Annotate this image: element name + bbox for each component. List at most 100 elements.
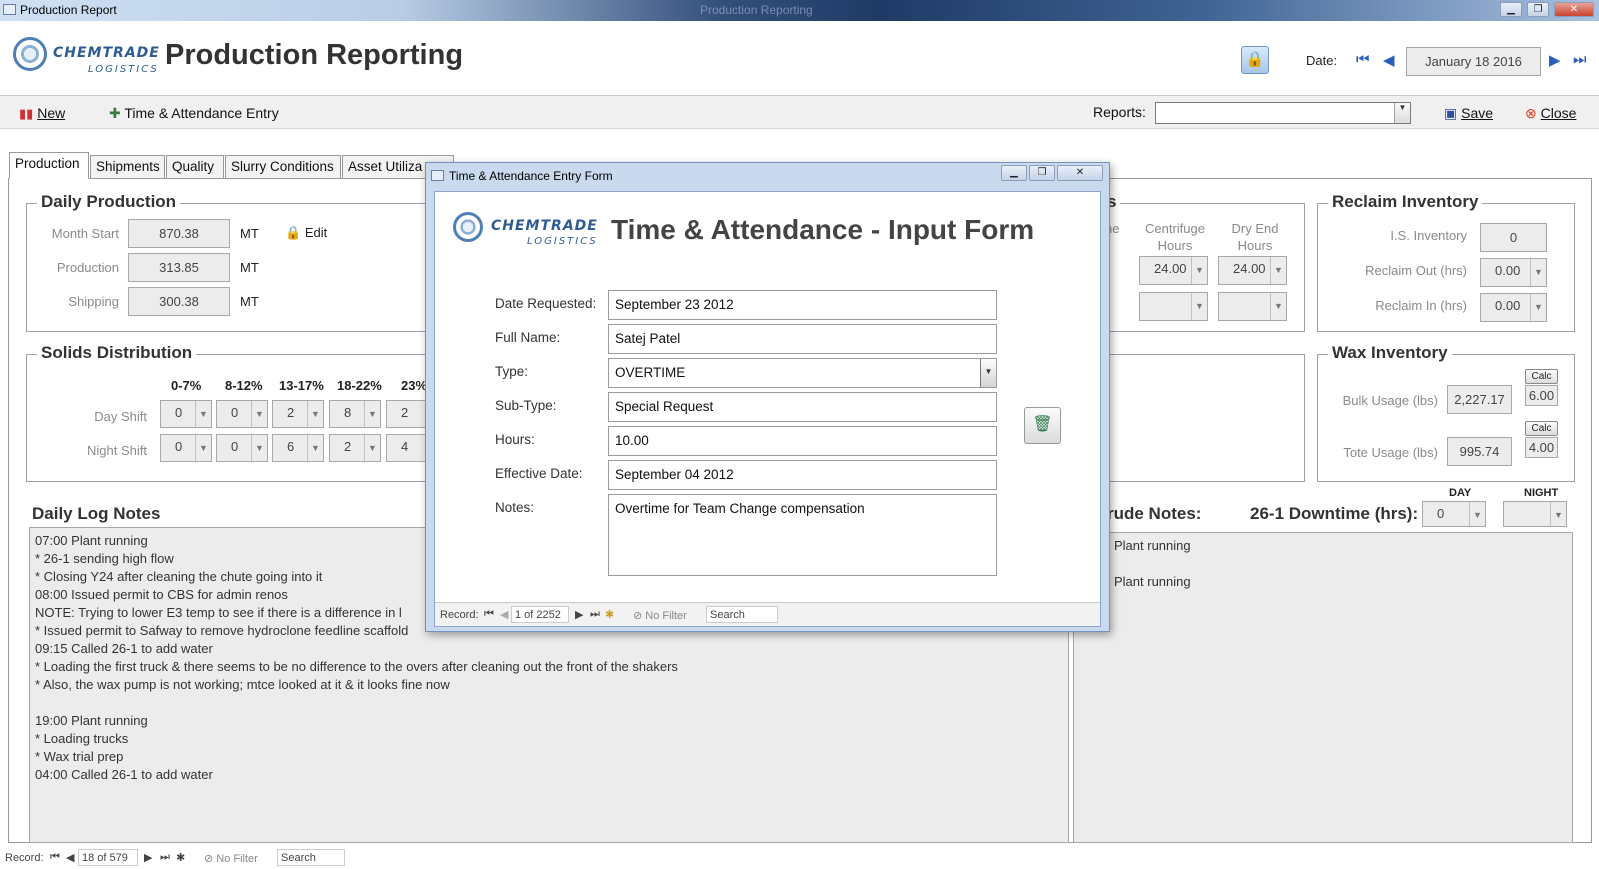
search-input[interactable]: Search — [277, 849, 345, 866]
night-shift-combo[interactable]: 2 ▼ — [329, 434, 381, 462]
chevron-down-icon[interactable]: ▼ — [364, 435, 380, 461]
delete-button[interactable]: 🗑 — [1024, 407, 1061, 444]
new-record-icon[interactable]: ✱ — [605, 608, 614, 621]
crude-notes[interactable]: Plant running Plant running — [1073, 532, 1573, 843]
chevron-down-icon[interactable]: ▼ — [1191, 293, 1207, 320]
night-downtime-combo[interactable]: ▼ — [1503, 501, 1567, 527]
time-attendance-button[interactable]: ✚ Time & Attendance Entry — [109, 105, 279, 122]
search-input[interactable]: Search — [706, 606, 778, 623]
next-date-icon[interactable]: ▶ — [1549, 51, 1561, 69]
lock-button[interactable]: 🔒 — [1241, 46, 1269, 74]
time-attendance-label: Time & Attendance Entry — [124, 105, 279, 121]
bulk-usage-extra[interactable]: 6.00 — [1525, 385, 1558, 406]
chevron-down-icon[interactable]: ▼ — [251, 435, 267, 461]
tote-usage-field[interactable]: 995.74 — [1447, 437, 1512, 466]
chevron-down-icon[interactable]: ▼ — [195, 401, 211, 427]
chevron-down-icon[interactable]: ▼ — [1394, 103, 1410, 123]
day-shift-combo[interactable]: 0 ▼ — [216, 400, 268, 428]
is-inventory-field[interactable]: 0 — [1480, 223, 1547, 252]
tab-shipments[interactable]: Shipments — [90, 155, 165, 178]
chevron-down-icon[interactable]: ▼ — [307, 401, 323, 427]
date-field[interactable]: January 18 2016 — [1406, 47, 1541, 76]
tab-production[interactable]: Production — [9, 152, 89, 179]
month-start-label: Month Start — [51, 226, 119, 241]
close-button[interactable]: ⊗ Close — [1525, 105, 1576, 122]
first-record-icon[interactable]: ⏮ — [50, 851, 60, 864]
next-record-icon[interactable]: ▶ — [144, 851, 152, 864]
prev-record-icon[interactable]: ◀ — [66, 851, 74, 864]
chevron-down-icon[interactable]: ▼ — [1191, 257, 1207, 284]
effective-date-field[interactable]: September 04 2012 — [608, 460, 997, 490]
chevron-down-icon[interactable]: ▼ — [1530, 294, 1546, 321]
edit-button[interactable]: 🔒 Edit — [285, 225, 327, 241]
centrifuge-hours-combo[interactable]: 24.00 ▼ — [1139, 256, 1208, 285]
type-select[interactable]: OVERTIME ▼ — [608, 358, 997, 388]
chevron-down-icon[interactable]: ▼ — [1270, 293, 1286, 320]
chevron-down-icon[interactable]: ▼ — [364, 401, 380, 427]
day-shift-combo[interactable]: 2 ▼ — [272, 400, 324, 428]
first-record-icon[interactable]: ⏮ — [484, 608, 494, 621]
new-button[interactable]: ▮▮ New — [19, 105, 65, 122]
next-record-icon[interactable]: ▶ — [575, 608, 583, 621]
modal-body: CHEMTRADE LOGISTICS Time & Attendance - … — [434, 191, 1101, 627]
tab-slurry-conditions[interactable]: Slurry Conditions — [225, 155, 341, 178]
date-requested-field[interactable]: September 23 2012 — [608, 290, 997, 320]
prev-date-icon[interactable]: ◀ — [1383, 51, 1395, 69]
day-shift-combo[interactable]: 0 ▼ — [160, 400, 212, 428]
night-shift-combo[interactable]: 0 ▼ — [160, 434, 212, 462]
last-record-icon[interactable]: ⏭ — [590, 608, 600, 621]
minimize-button[interactable]: ▁ — [1500, 2, 1522, 17]
downtime-label: 26-1 Downtime (hrs): — [1250, 504, 1419, 523]
tote-usage-extra[interactable]: 4.00 — [1525, 437, 1558, 458]
new-record-icon[interactable]: ✱ — [176, 851, 185, 864]
chevron-down-icon[interactable]: ▼ — [251, 401, 267, 427]
filter-button[interactable]: ⊘ No Filter — [204, 852, 258, 865]
first-date-icon[interactable]: ⏮ — [1356, 51, 1370, 68]
chevron-down-icon[interactable]: ▼ — [980, 359, 996, 387]
filter-button[interactable]: ⊘ No Filter — [633, 609, 687, 622]
reclaim-out-value: 0.00 — [1495, 263, 1521, 278]
centrifuge-hours-combo-2[interactable]: ▼ — [1139, 292, 1208, 321]
form-icon — [431, 170, 444, 181]
dry-end-hours-combo[interactable]: 24.00 ▼ — [1218, 256, 1287, 285]
last-record-icon[interactable]: ⏭ — [160, 851, 170, 864]
chevron-down-icon[interactable]: ▼ — [1550, 502, 1566, 526]
last-date-icon[interactable]: ⏭ — [1573, 51, 1587, 68]
reclaim-in-label: Reclaim In (hrs) — [1375, 298, 1467, 313]
calc-button[interactable]: Calc — [1525, 369, 1558, 384]
record-position[interactable]: 1 of 2252 — [511, 606, 569, 623]
modal-restore-button[interactable]: ❐ — [1029, 165, 1055, 181]
hours-field[interactable]: 10.00 — [608, 426, 997, 456]
save-button[interactable]: ▣ Save — [1444, 105, 1493, 122]
chevron-down-icon[interactable]: ▼ — [307, 435, 323, 461]
dry-end-hours-combo-2[interactable]: ▼ — [1218, 292, 1287, 321]
chevron-down-icon[interactable]: ▼ — [1530, 259, 1546, 286]
prev-record-icon[interactable]: ◀ — [500, 608, 508, 621]
night-shift-combo[interactable]: 0 ▼ — [216, 434, 268, 462]
chevron-down-icon[interactable]: ▼ — [1469, 502, 1485, 526]
reclaim-in-combo[interactable]: 0.00 ▼ — [1480, 293, 1547, 322]
restore-button[interactable]: ❐ — [1527, 2, 1549, 17]
wax-inventory-title: Wax Inventory — [1328, 343, 1452, 363]
bulk-usage-field[interactable]: 2,227.17 — [1447, 385, 1512, 414]
close-window-button[interactable]: ✕ — [1554, 2, 1594, 17]
reports-select[interactable]: ▼ — [1155, 102, 1411, 124]
modal-minimize-button[interactable]: ▁ — [1001, 165, 1027, 181]
day-shift-combo[interactable]: 8 ▼ — [329, 400, 381, 428]
night-shift-combo[interactable]: 6 ▼ — [272, 434, 324, 462]
record-position[interactable]: 18 of 579 — [78, 849, 138, 866]
calc-button[interactable]: Calc — [1525, 421, 1558, 436]
day-downtime-combo[interactable]: 0 ▼ — [1422, 501, 1486, 527]
modal-close-button[interactable]: ✕ — [1057, 165, 1103, 181]
window-ghost-title: Production Reporting — [700, 3, 813, 17]
sub-type-field[interactable]: Special Request — [608, 392, 997, 422]
shipping-field[interactable]: 300.38 — [128, 287, 230, 316]
notes-field[interactable]: Overtime for Team Change compensation — [608, 494, 997, 576]
production-field[interactable]: 313.85 — [128, 253, 230, 282]
chevron-down-icon[interactable]: ▼ — [1270, 257, 1286, 284]
tab-quality[interactable]: Quality — [166, 155, 224, 178]
full-name-field[interactable]: Satej Patel — [608, 324, 997, 354]
reclaim-out-combo[interactable]: 0.00 ▼ — [1480, 258, 1547, 287]
chevron-down-icon[interactable]: ▼ — [195, 435, 211, 461]
month-start-field[interactable]: 870.38 — [128, 219, 230, 248]
